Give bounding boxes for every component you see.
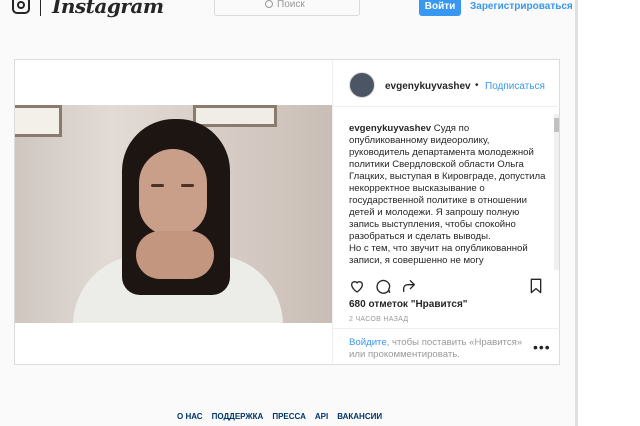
comment-section: Войдите, чтобы поставить «Нравится» или … (333, 328, 561, 367)
person-eye-left (151, 184, 164, 187)
bookmark-icon[interactable] (529, 278, 543, 294)
heart-icon[interactable] (349, 278, 365, 294)
more-options-icon[interactable]: ••• (533, 339, 551, 355)
person-eye-right (181, 184, 194, 187)
person-hands (136, 231, 214, 279)
instagram-camera-icon[interactable] (12, 0, 30, 14)
follow-button[interactable]: Подписаться (485, 81, 545, 92)
footer-link-jobs[interactable]: ВАКАНСИИ (337, 412, 382, 421)
caption-text-continued: Но с тем, что звучит на опубликованной з… (349, 243, 528, 266)
caption-scrollbar[interactable] (554, 114, 559, 270)
comment-icon[interactable] (375, 278, 391, 294)
search-placeholder: Поиск (277, 0, 305, 10)
logo-divider (40, 0, 41, 16)
post-username[interactable]: evgenykuyvashev (385, 81, 471, 92)
share-icon[interactable] (401, 278, 417, 294)
post-sidebar: evgenykuyvashev • Подписаться evgenykuyv… (332, 60, 561, 366)
avatar[interactable] (349, 72, 375, 98)
person-face (139, 149, 207, 235)
footer-link-about[interactable]: О НАС (177, 412, 203, 421)
instagram-logo[interactable]: Instagram (52, 0, 164, 18)
caption-scroll-thumb[interactable] (554, 118, 559, 132)
wall-frame-left (15, 105, 62, 137)
post-actions (349, 278, 545, 296)
login-link[interactable]: Войдите (349, 337, 387, 348)
post-card: evgenykuyvashev • Подписаться evgenykuyv… (14, 59, 561, 366)
search-icon (265, 0, 273, 8)
footer-link-api[interactable]: API (315, 412, 328, 421)
signup-link[interactable]: Зарегистрироваться (470, 1, 573, 12)
caption-text: Судя по опубликованному видеоролику, рук… (349, 123, 546, 242)
post-video[interactable] (15, 105, 332, 323)
top-navigation: Instagram Поиск Войти Зарегистрироваться (0, 0, 578, 22)
footer-link-support[interactable]: ПОДДЕРЖКА (212, 412, 264, 421)
right-margin (578, 0, 640, 426)
login-prompt: Войдите, чтобы поставить «Нравится» или … (349, 337, 529, 361)
header-separator: • (475, 80, 479, 91)
caption-username[interactable]: evgenykuyvashev (349, 123, 431, 134)
login-button[interactable]: Войти (419, 0, 461, 16)
wall-frame-right (193, 105, 277, 127)
post-caption: evgenykuyvashev Судя по опубликованному … (349, 123, 547, 269)
footer-links: О НАС ПОДДЕРЖКА ПРЕССА API ВАКАНСИИ (177, 412, 391, 421)
post-header: evgenykuyvashev • Подписаться (333, 60, 561, 107)
footer-link-press[interactable]: ПРЕССА (272, 412, 306, 421)
likes-count[interactable]: 680 отметок "Нравится" (349, 299, 468, 310)
post-timestamp[interactable]: 2 ЧАСОВ НАЗАД (349, 316, 408, 323)
search-input[interactable]: Поиск (214, 0, 360, 16)
